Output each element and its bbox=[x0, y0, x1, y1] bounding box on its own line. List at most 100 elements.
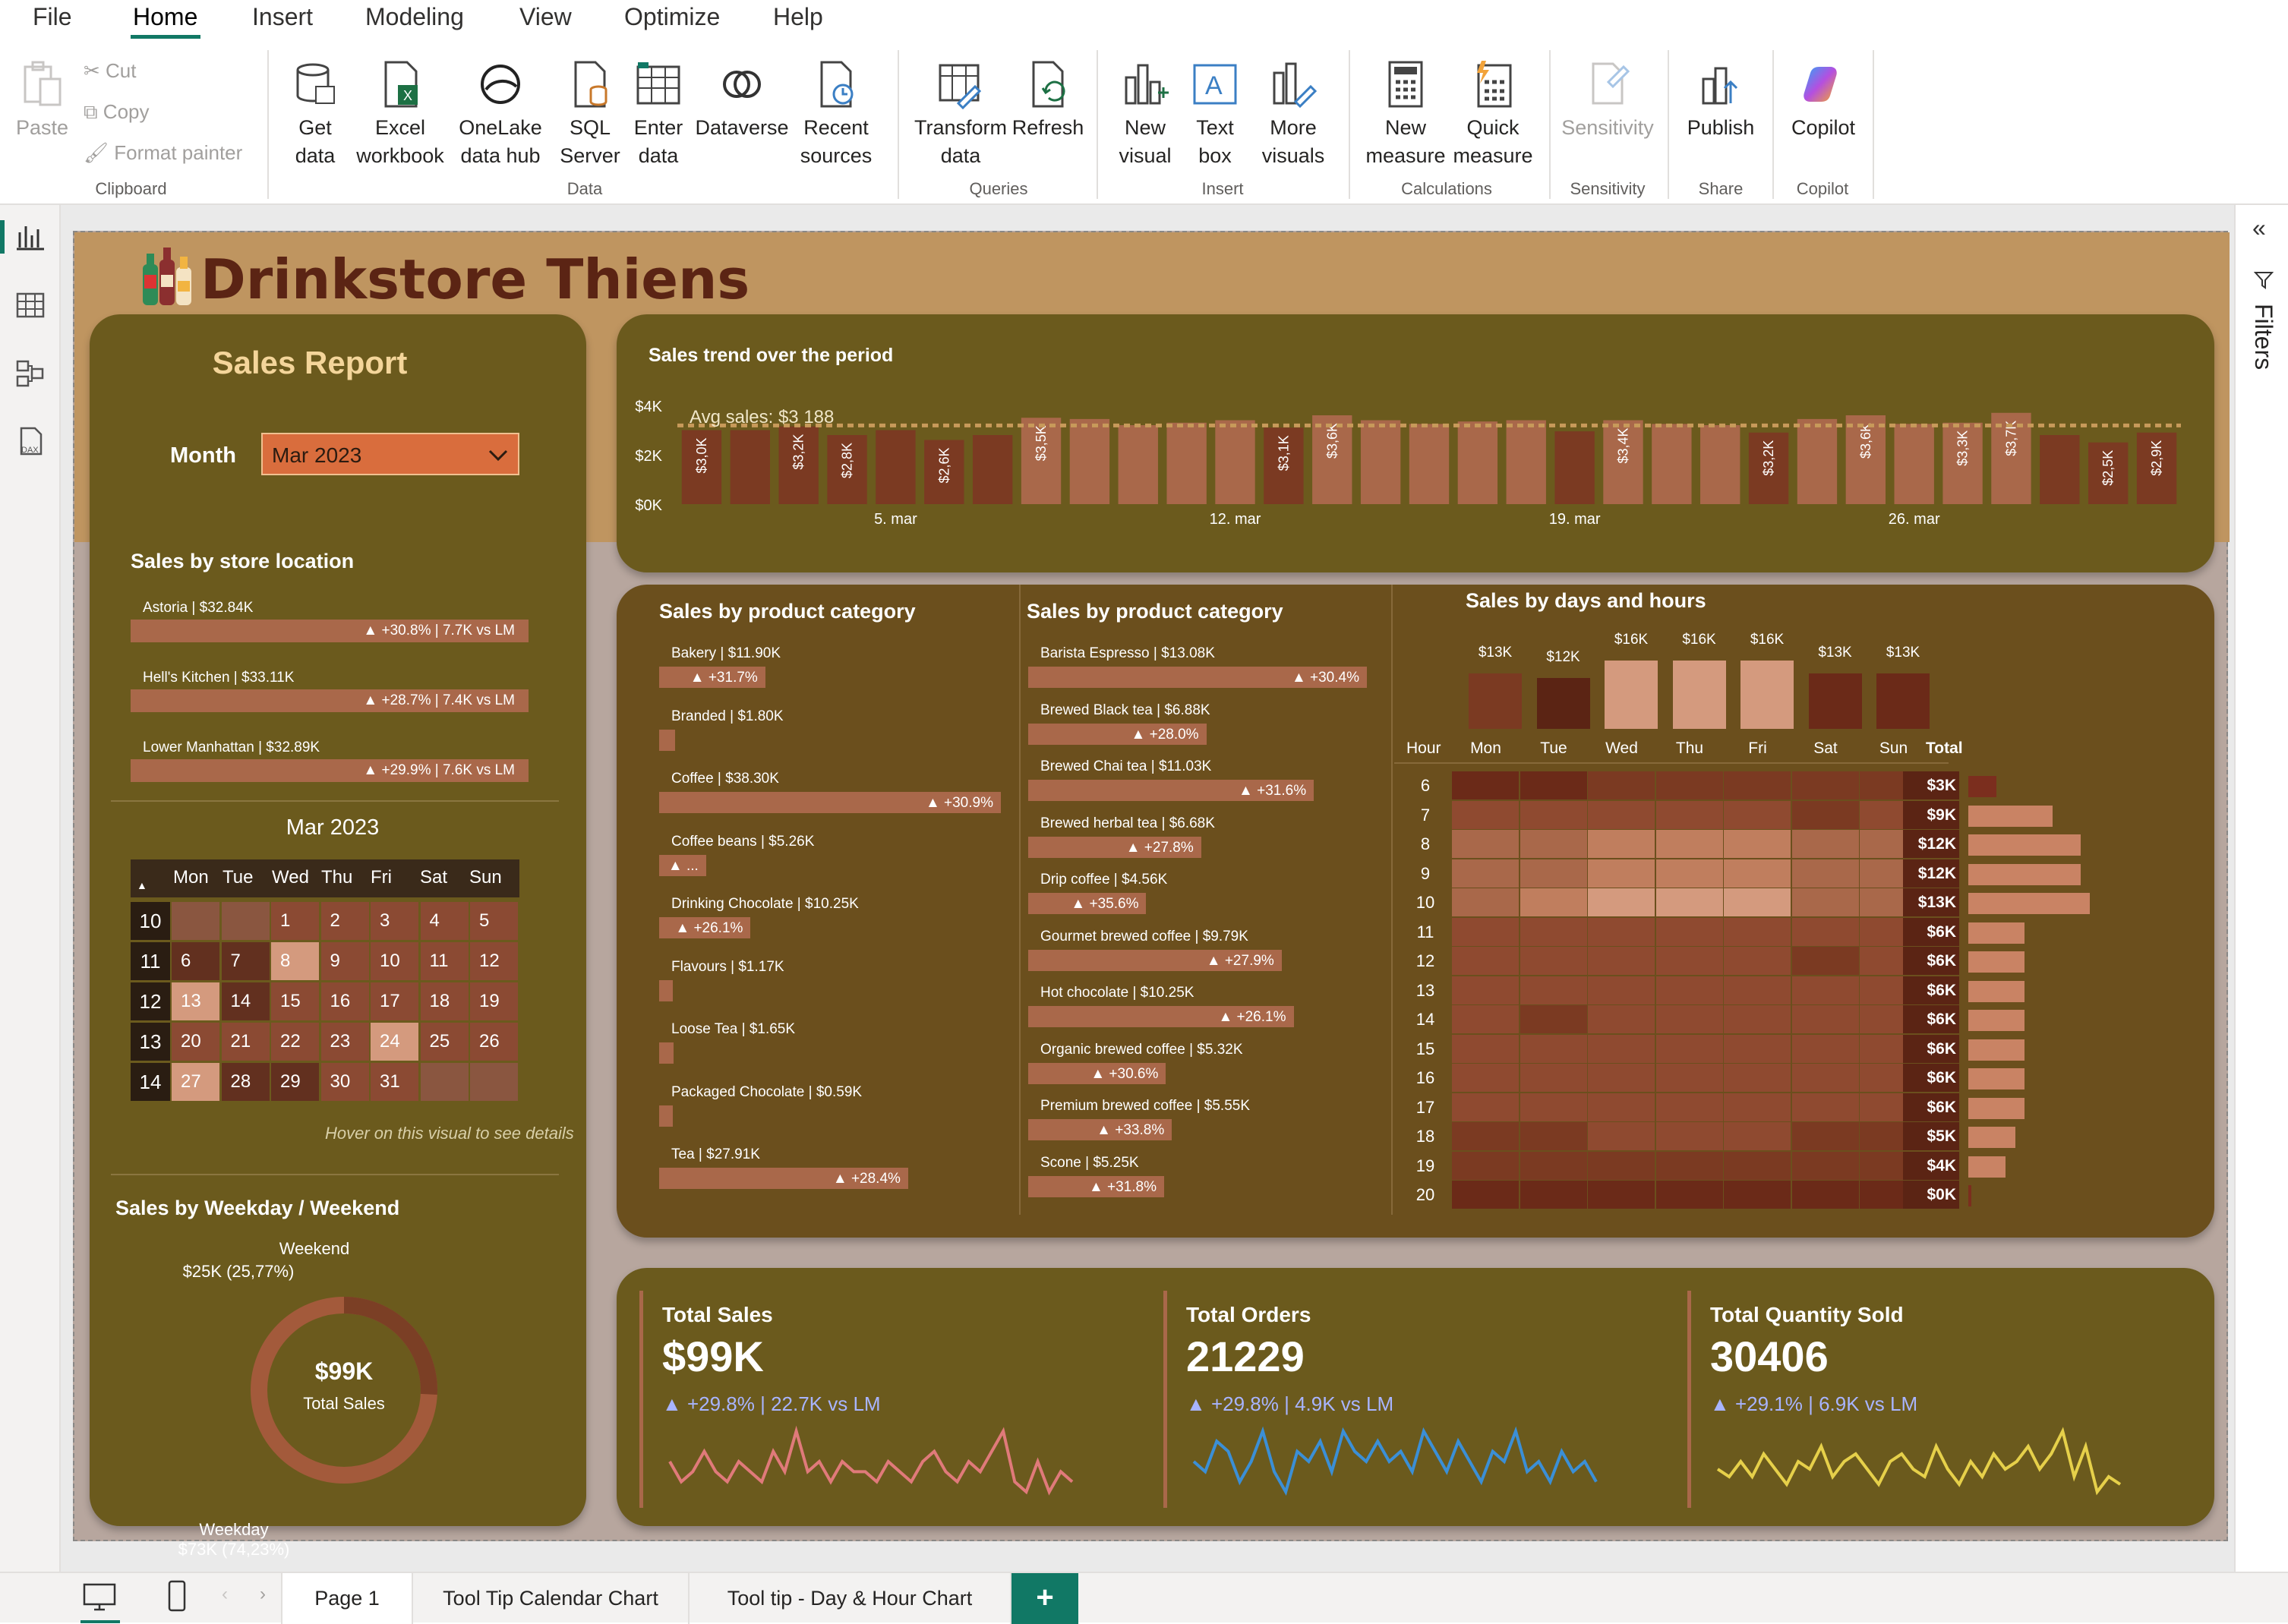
copilot-label: Copilot bbox=[1791, 116, 1856, 139]
weekend-label: Weekend $25K (25,77%) bbox=[183, 1239, 390, 1281]
product-label: Flavours | $1.17K bbox=[671, 958, 784, 975]
menu-view[interactable]: View bbox=[519, 3, 572, 31]
product-bar bbox=[659, 979, 673, 1001]
sensitivity-label: Sensitivity bbox=[1561, 116, 1654, 139]
product-bar: ▲ +28.0% bbox=[1028, 723, 1207, 745]
menu-file[interactable]: File bbox=[33, 3, 72, 31]
heatmap-cell bbox=[1791, 1151, 1859, 1180]
heatmap-cell bbox=[1520, 976, 1587, 1004]
sensitivity-button[interactable]: Sensitivity bbox=[1558, 59, 1657, 142]
heatmap-cell bbox=[1724, 771, 1791, 799]
day-total-label: $13K bbox=[1478, 644, 1513, 661]
heatmap-cell bbox=[1655, 771, 1723, 799]
x-tick-label: 19. mar bbox=[1549, 511, 1601, 528]
product-bar: ▲ +28.4% bbox=[659, 1168, 908, 1189]
copilot-button[interactable]: Copilot bbox=[1781, 59, 1865, 142]
menu-home[interactable]: Home bbox=[133, 3, 197, 31]
tab-page-1[interactable]: Page 1 bbox=[281, 1573, 413, 1624]
weekday-label: Weekday $73K (74,23%) bbox=[158, 1520, 310, 1559]
mobile-layout-icon[interactable] bbox=[167, 1579, 187, 1614]
heatmap-cell bbox=[1724, 917, 1791, 946]
product-label: Hot chocolate | $10.25K bbox=[1040, 985, 1194, 1001]
heatmap-cell bbox=[1655, 859, 1723, 888]
kpi-title: Total Quantity Sold bbox=[1710, 1303, 1904, 1326]
heatmap-cell bbox=[1588, 1064, 1655, 1092]
filter-icon[interactable] bbox=[2254, 270, 2274, 290]
heatmap-hour-label: 18 bbox=[1415, 1127, 1435, 1146]
row-total-label: $6K bbox=[1927, 1098, 1956, 1116]
more-visuals-button[interactable]: More visuals bbox=[1251, 59, 1335, 170]
bar-chart-icon bbox=[1125, 64, 1169, 105]
add-page-button[interactable]: + bbox=[1011, 1573, 1078, 1624]
month-dropdown[interactable]: Mar 2023 bbox=[261, 433, 519, 475]
calendar-day-cell: 31 bbox=[371, 1063, 418, 1101]
paste-button[interactable]: Paste bbox=[14, 59, 71, 142]
menu-help[interactable]: Help bbox=[773, 3, 823, 31]
day-total-bar bbox=[1605, 661, 1658, 729]
queries-group-label: Queries bbox=[969, 179, 1028, 198]
kpi-sparkline[interactable] bbox=[1710, 1420, 2135, 1503]
publish-button[interactable]: Publish bbox=[1677, 59, 1765, 142]
menu-optimize[interactable]: Optimize bbox=[624, 3, 720, 31]
text-box-button[interactable]: A Text box bbox=[1182, 59, 1248, 170]
dax-query-icon[interactable]: DAX bbox=[15, 427, 46, 457]
calendar-day-cell bbox=[221, 902, 270, 940]
prev-page-icon[interactable]: ‹ bbox=[222, 1584, 228, 1605]
calendar-day-cell bbox=[470, 1063, 518, 1101]
calendar-day-cell: 26 bbox=[470, 1023, 518, 1061]
kpi-sparkline[interactable] bbox=[1186, 1420, 1611, 1503]
new-visual-button[interactable]: New visual bbox=[1110, 59, 1180, 170]
excel-workbook-button[interactable]: X Excel workbook bbox=[351, 59, 450, 170]
recent-label: Recent sources bbox=[800, 116, 873, 167]
y-tick-label: $2K bbox=[635, 448, 662, 465]
product-chart-title-1: Sales by product category bbox=[659, 600, 916, 623]
get-data-button[interactable]: Get data bbox=[282, 59, 348, 170]
calendar-day-cell: 5 bbox=[470, 902, 518, 940]
calendar-chart[interactable]: Mon Tue Wed Thu Fri Sat Sun ▲ 10 1 2 3 4 5 11 6 7 8 9 10 11 1… bbox=[131, 859, 519, 1102]
menu-modeling[interactable]: Modeling bbox=[365, 3, 464, 31]
recent-sources-button[interactable]: Recent sources bbox=[787, 59, 885, 170]
filters-label[interactable]: Filters bbox=[2249, 304, 2277, 370]
product-delta: ▲ +31.8% bbox=[1088, 1178, 1157, 1195]
refresh-button[interactable]: Refresh bbox=[1011, 59, 1084, 142]
heatmap-cell bbox=[1452, 771, 1519, 799]
cut-button[interactable]: ✂ Cut bbox=[84, 59, 136, 83]
heatmap-cell bbox=[1520, 917, 1587, 946]
transform-data-button[interactable]: Transform data bbox=[911, 59, 1010, 170]
enter-data-button[interactable]: Enter data bbox=[627, 59, 690, 170]
trend-bar bbox=[2040, 435, 2080, 504]
model-view-icon[interactable] bbox=[15, 358, 46, 389]
trend-bar bbox=[972, 435, 1013, 504]
menu-insert[interactable]: Insert bbox=[252, 3, 313, 31]
month-label: Month bbox=[170, 443, 236, 468]
next-page-icon[interactable]: › bbox=[260, 1584, 266, 1605]
onelake-button[interactable]: OneLake data hub bbox=[451, 59, 550, 170]
heatmap-cell bbox=[1655, 976, 1723, 1004]
new-measure-button[interactable]: New measure bbox=[1364, 59, 1447, 170]
table-view-icon[interactable] bbox=[15, 290, 46, 320]
store-bar: ▲ +30.8% | 7.7K vs LM bbox=[131, 620, 529, 642]
heatmap-cell bbox=[1655, 800, 1723, 829]
desktop-layout-icon[interactable] bbox=[82, 1582, 117, 1613]
copy-button[interactable]: ⧉ Copy bbox=[84, 100, 150, 125]
heatmap-cell bbox=[1791, 1122, 1859, 1150]
calendar-day-cell: 10 bbox=[371, 942, 418, 980]
dataverse-button[interactable]: Dataverse bbox=[693, 59, 791, 142]
kpi-sparkline[interactable] bbox=[662, 1420, 1087, 1503]
avg-sales-label: Avg sales: $3 188 bbox=[690, 407, 835, 427]
heatmap-day-label: Thu bbox=[1675, 739, 1704, 757]
report-view-icon[interactable] bbox=[15, 222, 46, 252]
format-painter-button[interactable]: 🖌 Format painter bbox=[84, 141, 242, 165]
heatmap-hour-label: 15 bbox=[1415, 1039, 1435, 1058]
tab-tooltip-day-hour[interactable]: Tool tip - Day & Hour Chart bbox=[690, 1573, 1011, 1624]
heatmap-hour-label: 14 bbox=[1415, 1010, 1435, 1029]
sales-trend-chart[interactable]: $0K $2K $4K $3,0K $3,2K $2,8K $2,6K $3,5K $3,1K $… bbox=[632, 383, 2196, 557]
expand-pane-icon[interactable]: « bbox=[2252, 214, 2266, 242]
sql-server-button[interactable]: SQL Server bbox=[554, 59, 626, 170]
tab-tooltip-calendar[interactable]: Tool Tip Calendar Chart bbox=[413, 1573, 690, 1624]
quick-measure-button[interactable]: Quick measure bbox=[1450, 59, 1535, 170]
row-total-label: $6K bbox=[1927, 952, 1956, 970]
weekday-donut-chart[interactable] bbox=[241, 1288, 447, 1493]
heatmap-cell bbox=[1791, 947, 1859, 975]
calendar-week-number: 10 bbox=[131, 902, 170, 940]
